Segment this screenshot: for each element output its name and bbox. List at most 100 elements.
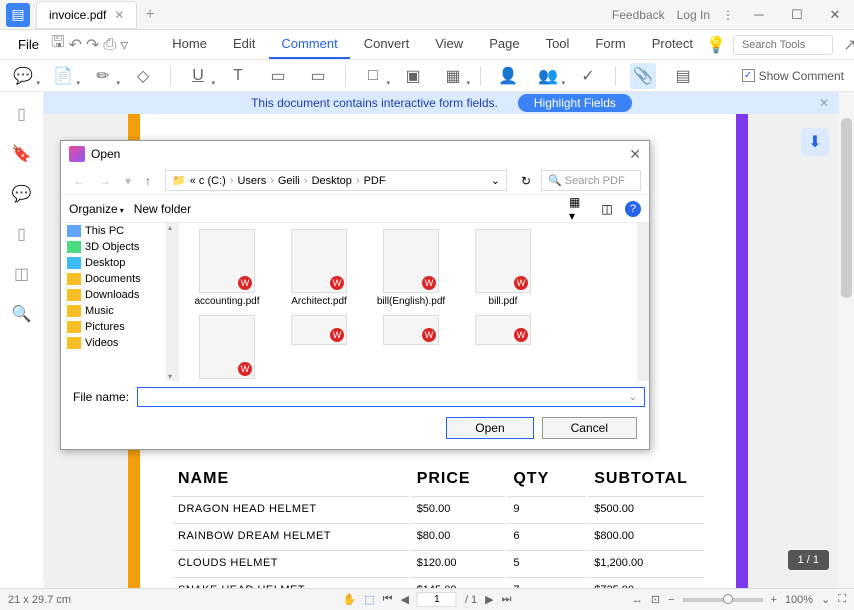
undo-icon[interactable]: ↶ (69, 34, 82, 56)
login-link[interactable]: Log In (677, 8, 710, 22)
tree-item[interactable]: This PC (61, 223, 178, 239)
select-tool-icon[interactable]: ⬚ (364, 593, 374, 606)
file-item[interactable]: bill.pdf (461, 229, 545, 307)
search-tools-input[interactable] (733, 35, 833, 55)
tab-convert[interactable]: Convert (352, 30, 422, 59)
tree-scrollbar[interactable] (166, 223, 178, 381)
dialog-close-icon[interactable]: ✕ (629, 146, 641, 163)
lightbulb-icon[interactable]: 💡 (705, 34, 727, 56)
save-icon[interactable]: 🖫 (51, 34, 65, 56)
close-tab-icon[interactable]: ✕ (114, 8, 124, 22)
checkbox-icon[interactable]: ✓ (742, 69, 755, 82)
files-scrollbar[interactable] (637, 223, 649, 381)
tab-page[interactable]: Page (477, 30, 531, 59)
more-icon[interactable]: ⋮ (722, 8, 734, 22)
dialog-search-input[interactable]: 🔍 Search PDF (541, 170, 641, 191)
eraser-tool[interactable]: ◇ (130, 63, 156, 89)
close-window-button[interactable]: ✕ (822, 4, 848, 26)
tree-item[interactable]: Desktop (61, 255, 178, 271)
show-comment-toggle[interactable]: ✓ Show Comment (742, 69, 844, 83)
thumbnails-icon[interactable]: ▯ (10, 102, 34, 126)
zoom-out-icon[interactable]: − (668, 594, 674, 606)
path-dropdown-icon[interactable]: ⌄ (491, 174, 500, 187)
open-button[interactable]: Open (446, 417, 533, 439)
tab-edit[interactable]: Edit (221, 30, 267, 59)
share-icon[interactable]: ↗ (839, 34, 854, 56)
vertical-scrollbar[interactable] (839, 92, 854, 588)
search-icon[interactable]: 🔍 (10, 302, 34, 326)
zoom-thumb[interactable] (723, 594, 733, 604)
textbox-tool[interactable]: 📄▾ (50, 63, 76, 89)
fullscreen-icon[interactable]: ⛶ (838, 593, 846, 606)
attachments-icon[interactable]: ▯ (10, 222, 34, 246)
document-tab[interactable]: invoice.pdf ✕ (36, 1, 137, 29)
note-tool[interactable]: 💬▾ (10, 63, 36, 89)
tab-home[interactable]: Home (160, 30, 219, 59)
file-item[interactable] (461, 315, 545, 381)
organize-button[interactable]: Organize▾ (69, 202, 124, 216)
tab-comment[interactable]: Comment (269, 30, 349, 59)
minimize-button[interactable]: ─ (746, 4, 772, 26)
zoom-in-icon[interactable]: + (771, 594, 777, 606)
tree-item[interactable]: 3D Objects (61, 239, 178, 255)
tree-item[interactable]: Documents (61, 271, 178, 287)
file-item[interactable]: Architect.pdf (277, 229, 361, 307)
path-breadcrumb[interactable]: 📁 « c (C:)› Users› Geili› Desktop› PDF ⌄ (165, 170, 507, 191)
file-item[interactable]: accounting.pdf (185, 229, 269, 307)
preview-pane-icon[interactable]: ◫ (597, 201, 617, 217)
signature-tool[interactable]: 👤 (495, 63, 521, 89)
nav-up-icon[interactable]: ↑ (141, 174, 155, 188)
new-folder-button[interactable]: New folder (134, 202, 191, 216)
scrollbar-thumb[interactable] (841, 118, 852, 298)
hand-tool-icon[interactable]: ✋ (342, 593, 356, 606)
comments-icon[interactable]: 💬 (10, 182, 34, 206)
text-tool[interactable]: T (225, 63, 251, 89)
bookmark-icon[interactable]: 🔖 (10, 142, 34, 166)
file-item[interactable] (369, 315, 453, 381)
fit-width-icon[interactable]: ↔ (632, 594, 643, 606)
stamp-tool[interactable]: ▣ (400, 63, 426, 89)
list-tool[interactable]: ▤ (670, 63, 696, 89)
last-page-icon[interactable]: ⏭ (502, 593, 512, 606)
multi-sign-tool[interactable]: 👥▾ (535, 63, 561, 89)
nav-back-icon[interactable]: ← (69, 174, 89, 188)
filename-input[interactable] (137, 387, 645, 407)
tab-protect[interactable]: Protect (640, 30, 705, 59)
measure-tool[interactable]: ▦▾ (440, 63, 466, 89)
print-icon[interactable]: ⎙ (103, 34, 116, 56)
maximize-button[interactable]: ☐ (784, 4, 810, 26)
file-item[interactable]: bill(English).pdf (369, 229, 453, 307)
file-item[interactable] (277, 315, 361, 381)
callout-tool[interactable]: ▭ (305, 63, 331, 89)
shape-tool[interactable]: □▾ (360, 63, 386, 89)
cancel-button[interactable]: Cancel (542, 417, 637, 439)
tab-view[interactable]: View (423, 30, 475, 59)
highlight-fields-button[interactable]: Highlight Fields (518, 94, 632, 112)
approve-tool[interactable]: ✓ (575, 63, 601, 89)
prev-page-icon[interactable]: ◀ (400, 593, 408, 606)
page-input[interactable] (417, 592, 457, 607)
filetype-dropdown-icon[interactable]: ⌄ (629, 392, 637, 403)
nav-recent-icon[interactable]: ▾ (121, 174, 135, 188)
textbox2-tool[interactable]: ▭ (265, 63, 291, 89)
zoom-dropdown-icon[interactable]: ⌄ (821, 593, 830, 606)
fields-icon[interactable]: ◫ (10, 262, 34, 286)
next-page-icon[interactable]: ▶ (485, 593, 493, 606)
customize-icon[interactable]: ▿ (120, 34, 128, 56)
tree-item[interactable]: Videos (61, 335, 178, 351)
add-tab-button[interactable]: + (145, 6, 154, 24)
tree-item[interactable]: Pictures (61, 319, 178, 335)
file-item[interactable]: cad2 (1).pdf (185, 315, 269, 381)
view-mode-icon[interactable]: ▦ ▾ (569, 201, 589, 217)
download-icon[interactable]: ⬇ (801, 128, 829, 156)
redo-icon[interactable]: ↷ (86, 34, 99, 56)
close-banner-icon[interactable]: ✕ (819, 96, 829, 110)
highlight-tool[interactable]: ✏▾ (90, 63, 116, 89)
tree-item[interactable]: Music (61, 303, 178, 319)
feedback-link[interactable]: Feedback (612, 8, 665, 22)
attachment-tool[interactable]: 📎 (630, 63, 656, 89)
file-menu[interactable]: File (8, 37, 49, 52)
zoom-slider[interactable] (683, 598, 763, 602)
tab-tool[interactable]: Tool (534, 30, 582, 59)
help-icon[interactable]: ? (625, 201, 641, 217)
